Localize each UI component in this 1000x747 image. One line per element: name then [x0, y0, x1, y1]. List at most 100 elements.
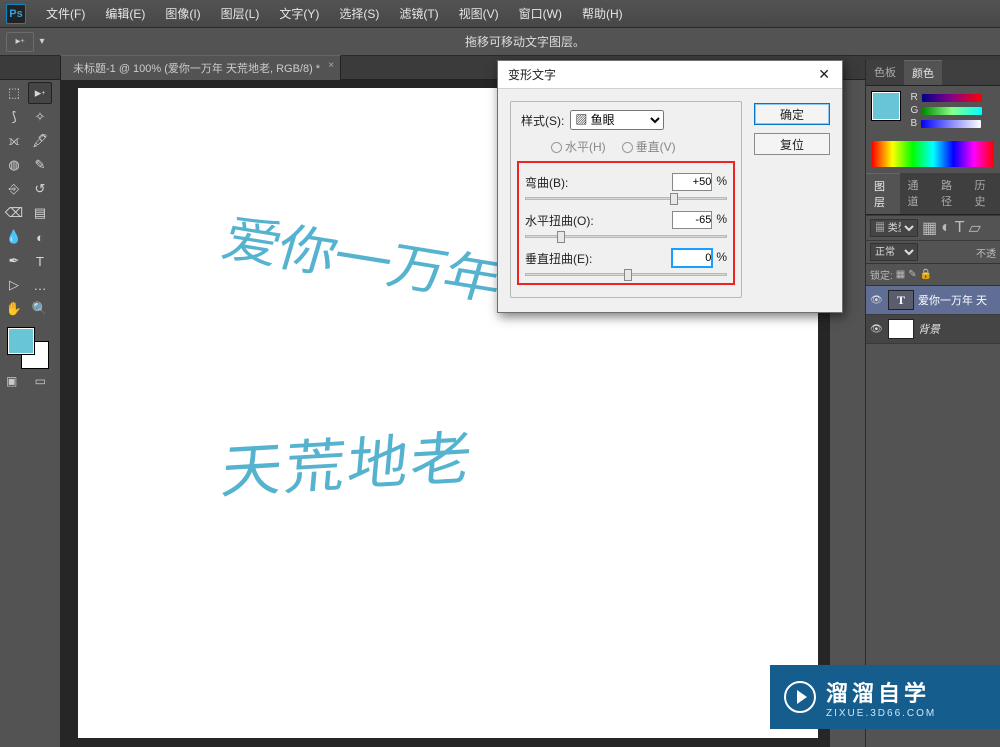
menu-filter[interactable]: 滤镜(T) [389, 5, 448, 22]
document-tab-close-icon[interactable]: × [328, 60, 334, 71]
ok-button[interactable]: 确定 [754, 103, 830, 125]
style-select[interactable]: ▨ 鱼眼 [570, 110, 664, 130]
warp-options-group: 样式(S): ▨ 鱼眼 水平(H) 垂直(V) 弯曲(B): % 水平扭曲(O)… [510, 101, 742, 298]
zoom-tool-icon[interactable]: 🔍 [28, 298, 52, 320]
clone-stamp-tool-icon[interactable]: ⎆ [2, 178, 26, 200]
warped-text-line-2[interactable]: 天荒地老 [218, 411, 478, 510]
eyedropper-tool-icon[interactable]: 🖋 [28, 130, 52, 152]
lock-all-icon[interactable]: 🔒 [920, 269, 932, 280]
menu-type[interactable]: 文字(Y) [269, 5, 329, 22]
layer-kind-filter[interactable]: ▦ 类型 [870, 219, 918, 237]
filter-icon-pixel[interactable]: ▦ [922, 218, 937, 238]
pen-tool-icon[interactable]: ✒ [2, 250, 26, 272]
dialog-title: 变形文字 [508, 66, 556, 83]
menu-view[interactable]: 视图(V) [449, 5, 509, 22]
tab-history[interactable]: 历史 [967, 173, 1000, 214]
watermark-banner: 溜溜自学 ZIXUE.3D66.COM [770, 665, 1000, 729]
slider-b[interactable] [921, 120, 981, 128]
spectrum-bar[interactable] [872, 141, 994, 167]
filter-icon-type[interactable]: T [955, 219, 965, 237]
healing-brush-tool-icon[interactable]: ◍ [2, 154, 26, 176]
hand-tool-icon[interactable]: ✋ [2, 298, 26, 320]
dodge-tool-icon[interactable]: ◐ [28, 226, 52, 248]
marquee-tool-icon[interactable]: ⬚ [2, 82, 26, 104]
vdist-input[interactable] [672, 249, 712, 267]
vdist-slider[interactable] [525, 269, 727, 281]
pct-label: % [716, 174, 727, 188]
slider-r[interactable] [922, 94, 982, 102]
pct-label: % [716, 212, 727, 226]
path-select-tool-icon[interactable]: ▷ [2, 274, 26, 296]
style-label: 样式(S): [521, 112, 564, 129]
move-tool-icon[interactable]: ▸+ [28, 82, 52, 104]
pct-label: % [716, 250, 727, 264]
layer-item-background[interactable]: 👁 背景 [866, 315, 1000, 344]
reset-button[interactable]: 复位 [754, 133, 830, 155]
tab-swatches[interactable]: 色板 [866, 60, 904, 85]
hdist-slider[interactable] [525, 231, 727, 243]
options-dropdown-icon[interactable]: ▾ [36, 32, 48, 52]
color-panel: R G B [866, 86, 1000, 137]
crop-tool-icon[interactable]: ⟗ [2, 130, 26, 152]
tab-color[interactable]: 颜色 [904, 60, 942, 85]
blur-tool-icon[interactable]: 💧 [2, 226, 26, 248]
eraser-tool-icon[interactable]: ⌫ [2, 202, 26, 224]
shape-tool-icon[interactable]: … [28, 274, 52, 296]
color-swatch-area[interactable] [6, 326, 50, 366]
lasso-tool-icon[interactable]: ⟆ [2, 106, 26, 128]
history-brush-tool-icon[interactable]: ↺ [28, 178, 52, 200]
warped-text-line-1[interactable]: 爱你一万年 [215, 197, 511, 314]
filter-icon-shape[interactable]: ▱ [969, 218, 981, 238]
color-panel-tabs: 色板 颜色 [866, 60, 1000, 86]
blend-mode-select[interactable]: 正常 [870, 243, 918, 261]
options-bar: ▸+ ▾ 拖移可移动文字图层。 [0, 28, 1000, 56]
visibility-icon[interactable]: 👁 [870, 295, 884, 305]
hdist-label: 水平扭曲(O): [525, 212, 594, 229]
menu-file[interactable]: 文件(F) [36, 5, 95, 22]
document-tab[interactable]: 未标题-1 @ 100% (爱你一万年 天荒地老, RGB/8) * × [60, 55, 341, 80]
label-g: G [910, 105, 918, 116]
brush-tool-icon[interactable]: ✎ [28, 154, 52, 176]
screen-mode-icon[interactable]: ▭ [35, 374, 46, 388]
foreground-color-swatch[interactable] [8, 328, 34, 354]
dialog-titlebar[interactable]: 变形文字 ✕ [498, 61, 842, 89]
watermark-url: ZIXUE.3D66.COM [826, 708, 936, 719]
menu-layer[interactable]: 图层(L) [211, 5, 270, 22]
color-panel-swatch[interactable] [872, 92, 900, 120]
slider-g[interactable] [922, 107, 982, 115]
layer-list: 👁 T 爱你一万年 天 👁 背景 [866, 286, 1000, 344]
tab-layers[interactable]: 图层 [866, 173, 900, 214]
quick-mask-icon[interactable]: ▣ [6, 374, 17, 388]
filter-icon-adjust[interactable]: ◐ [941, 219, 951, 237]
radio-horizontal[interactable] [551, 142, 562, 153]
app-logo: Ps [6, 4, 26, 24]
visibility-icon[interactable]: 👁 [870, 324, 884, 334]
lock-pixels-icon[interactable]: ▦ [896, 269, 905, 280]
layer-item-text[interactable]: 👁 T 爱你一万年 天 [866, 286, 1000, 315]
hdist-input[interactable] [672, 211, 712, 229]
magic-wand-tool-icon[interactable]: ✧ [28, 106, 52, 128]
menu-window[interactable]: 窗口(W) [509, 5, 572, 22]
menu-edit[interactable]: 编辑(E) [95, 5, 155, 22]
menu-image[interactable]: 图像(I) [155, 5, 210, 22]
options-hint: 拖移可移动文字图层。 [50, 33, 1000, 50]
radio-vertical[interactable] [622, 142, 633, 153]
menu-select[interactable]: 选择(S) [329, 5, 389, 22]
vdist-label: 垂直扭曲(E): [525, 250, 592, 267]
tab-paths[interactable]: 路径 [933, 173, 967, 214]
right-panel-stack: 色板 颜色 R G B 图层 通道 路径 历史 ▦ 类型 ▦ ◐ T ▱ 正常 … [865, 60, 1000, 747]
bend-slider[interactable] [525, 193, 727, 205]
lock-label: 锁定: [870, 267, 893, 282]
dialog-close-icon[interactable]: ✕ [812, 64, 836, 85]
document-tab-title: 未标题-1 @ 100% (爱你一万年 天荒地老, RGB/8) * [73, 63, 320, 75]
menu-help[interactable]: 帮助(H) [572, 5, 633, 22]
quick-mask-row: ▣ ▭ [2, 372, 50, 390]
layer-name-text: 爱你一万年 天 [918, 292, 987, 308]
type-tool-icon[interactable]: T [28, 250, 52, 272]
bend-input[interactable] [672, 173, 712, 191]
warp-text-dialog: 变形文字 ✕ 样式(S): ▨ 鱼眼 水平(H) 垂直(V) 弯曲(B): % … [497, 60, 843, 313]
tab-channels[interactable]: 通道 [900, 173, 934, 214]
move-tool-indicator[interactable]: ▸+ [6, 32, 34, 52]
lock-position-icon[interactable]: ✎ [908, 269, 916, 280]
gradient-tool-icon[interactable]: ▤ [28, 202, 52, 224]
